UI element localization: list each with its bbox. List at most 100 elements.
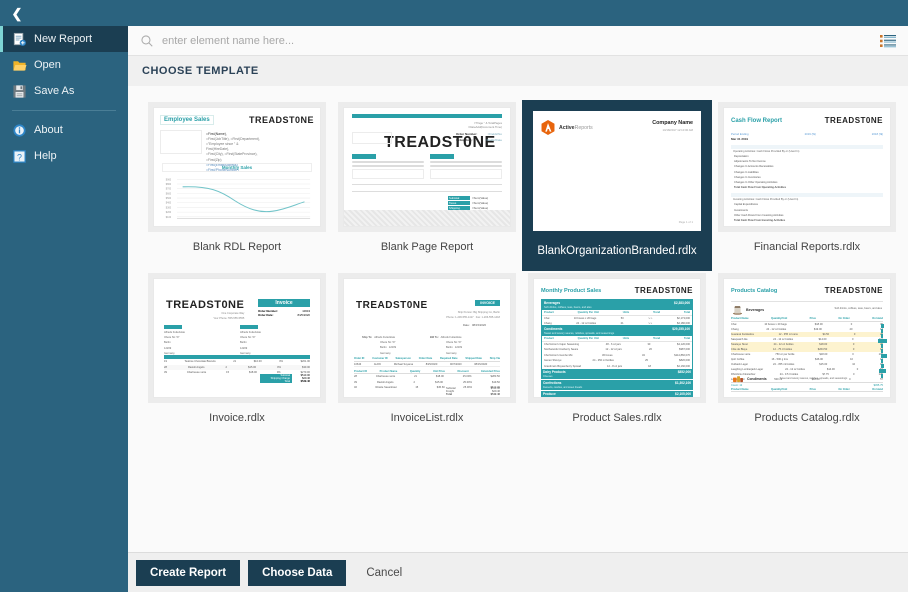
template-card-label: BlankOrganizationBranded.rdlx [537,245,697,257]
sidebar-item-label: About [34,124,63,136]
folder-open-icon [13,60,27,71]
sidebar-item-label: Save As [34,85,75,97]
preview-chart-title: Monthly Sales [162,163,312,172]
preview-badge: INVOICE [475,300,500,306]
svg-text:$100: $100 [166,216,172,219]
logo-text-light: Reports [574,124,593,131]
svg-text:$200: $200 [166,211,172,214]
report-preview-product-sales: Monthly Product Sales TREADST0NE Beverag… [533,278,701,398]
create-report-button[interactable]: Create Report [136,559,241,586]
list-view-icon [880,34,896,47]
template-card-products-catalog[interactable]: Products Catalog TREADST0NE Beverages So… [712,271,902,438]
template-card-label: Product Sales.rdlx [572,412,662,424]
sidebar: New Report Open Save As About ? Help [0,26,128,592]
report-preview-invoice-list: TREADST0NE INVOICE Ship Person: Big Ship… [343,278,511,398]
template-card-blank-rdl-report[interactable]: Employee Sales TREADST0NE =First(Name), … [142,100,332,271]
condiments-icon [733,376,743,383]
svg-text:$500: $500 [166,197,172,200]
preview-brand: TREADST0NE [356,300,428,311]
search-input[interactable] [162,34,878,47]
list-view-toggle-button[interactable] [878,31,898,51]
page-title: CHOOSE TEMPLATE [128,56,908,86]
sidebar-footer-fill [0,552,128,592]
floppy-disk-icon [13,84,26,98]
choose-data-button[interactable]: Choose Data [248,559,347,586]
preview-brand: TREADST0NE [248,115,314,125]
template-card-product-sales[interactable]: Monthly Product Sales TREADST0NE Beverag… [522,271,712,438]
template-thumbnail: Products Catalog TREADST0NE Beverages So… [718,273,896,403]
beverages-icon [732,306,743,315]
back-button[interactable]: ❮ [0,0,34,26]
sidebar-item-save-as[interactable]: Save As [0,78,128,104]
svg-text:$900: $900 [166,178,172,181]
activereports-logo [541,120,555,135]
template-card-blank-page-report[interactable]: ="Page " & TotalPages =DateAdd(Document.T… [332,100,522,271]
report-preview-page: ="Page " & TotalPages =DateAdd(Document.T… [343,107,511,227]
template-card-label: Financial Reports.rdlx [753,241,861,253]
template-thumbnail: Employee Sales TREADST0NE =First(Name), … [148,102,326,232]
logo-text-strong: Active [559,124,575,131]
svg-text:$800: $800 [166,183,172,186]
search-icon [141,34,153,47]
cancel-button[interactable]: Cancel [354,560,414,586]
template-card-label: Blank Page Report [380,241,474,253]
sidebar-item-label: Help [34,150,57,162]
svg-text:$600: $600 [166,192,172,195]
svg-text:$400: $400 [166,202,172,205]
template-card-label: InvoiceList.rdlx [390,412,464,424]
application-window: ❮ New Report Open Save As About ? Help e… [0,0,908,592]
preview-brand: TREADST0NE [634,286,693,295]
title-bar: ❮ [0,0,908,26]
preview-footer: Page 1 of 1 [678,220,693,224]
template-card-label: Invoice.rdlx [209,412,265,424]
preview-bar-sparkline [878,324,887,378]
preview-title: Cash Flow Report [731,117,783,124]
template-thumbnail: Monthly Product Sales TREADST0NE Beverag… [528,273,706,403]
info-circle-icon [13,123,26,137]
template-card-invoice-list[interactable]: TREADST0NE INVOICE Ship Person: Big Ship… [332,271,522,438]
template-grid: Employee Sales TREADST0NE =First(Name), … [128,100,908,438]
template-grid-area: Employee Sales TREADST0NE =First(Name), … [128,86,908,552]
svg-text:$700: $700 [166,188,172,191]
report-preview-rdl: Employee Sales TREADST0NE =First(Name), … [153,107,321,227]
sidebar-item-open[interactable]: Open [0,52,128,78]
template-card-label: Blank RDL Report [192,241,282,253]
sidebar-divider [12,110,116,111]
search-bar [128,26,908,56]
sidebar-item-help[interactable]: ? Help [0,143,128,169]
preview-date: 10/18/2017 12:10:00 AM [662,128,693,132]
preview-title: Products Catalog [731,287,778,294]
sidebar-item-new-report[interactable]: New Report [0,26,128,52]
svg-text:$300: $300 [166,206,172,209]
template-thumbnail: TREADST0NE INVOICE Ship Person: Big Ship… [338,273,516,403]
template-thumbnail: ActiveReports Company Name 10/18/2017 12… [528,106,706,236]
svg-text:?: ? [17,152,22,162]
preview-brand: TREADST0NE [824,116,883,125]
preview-brand: TREADST0NE [824,286,883,295]
template-card-invoice[interactable]: TREADST0NE One Corporate Way Your Phone: … [142,271,332,438]
chevron-left-icon: ❮ [11,5,23,21]
sidebar-item-label: New Report [34,33,93,45]
preview-badge: Invoice [258,299,310,307]
template-card-label: Products Catalog.rdlx [754,412,860,424]
question-box-icon: ? [13,149,26,163]
report-preview-products-catalog: Products Catalog TREADST0NE Beverages So… [723,278,891,398]
sidebar-item-about[interactable]: About [0,117,128,143]
preview-line-chart: $900 $800 $700 $600 $500 $400 $300 $200 $100 [166,178,311,219]
main-content: CHOOSE TEMPLATE Employee Sales TREADST0N… [128,26,908,592]
preview-brand: TREADST0NE [166,299,245,311]
new-report-icon [13,32,26,46]
preview-company-name: Company Name [652,120,693,126]
template-thumbnail: Cash Flow Report TREADST0NE Period Endin… [718,102,896,232]
template-card-financial-reports[interactable]: Cash Flow Report TREADST0NE Period Endin… [712,100,902,271]
sidebar-item-label: Open [34,59,61,71]
template-thumbnail: ="Page " & TotalPages =DateAdd(Document.T… [338,102,516,232]
template-thumbnail: TREADST0NE One Corporate Way Your Phone: … [148,273,326,403]
template-card-blank-organization-branded[interactable]: ActiveReports Company Name 10/18/2017 12… [522,100,712,271]
report-preview-invoice: TREADST0NE One Corporate Way Your Phone: … [153,278,321,398]
report-preview-financial: Cash Flow Report TREADST0NE Period Endin… [723,107,891,227]
preview-title: Employee Sales [160,115,214,125]
footer-action-bar: Create Report Choose Data Cancel [128,552,908,592]
report-preview-organization-branded: ActiveReports Company Name 10/18/2017 12… [533,111,701,231]
preview-title: Monthly Product Sales [541,287,602,294]
